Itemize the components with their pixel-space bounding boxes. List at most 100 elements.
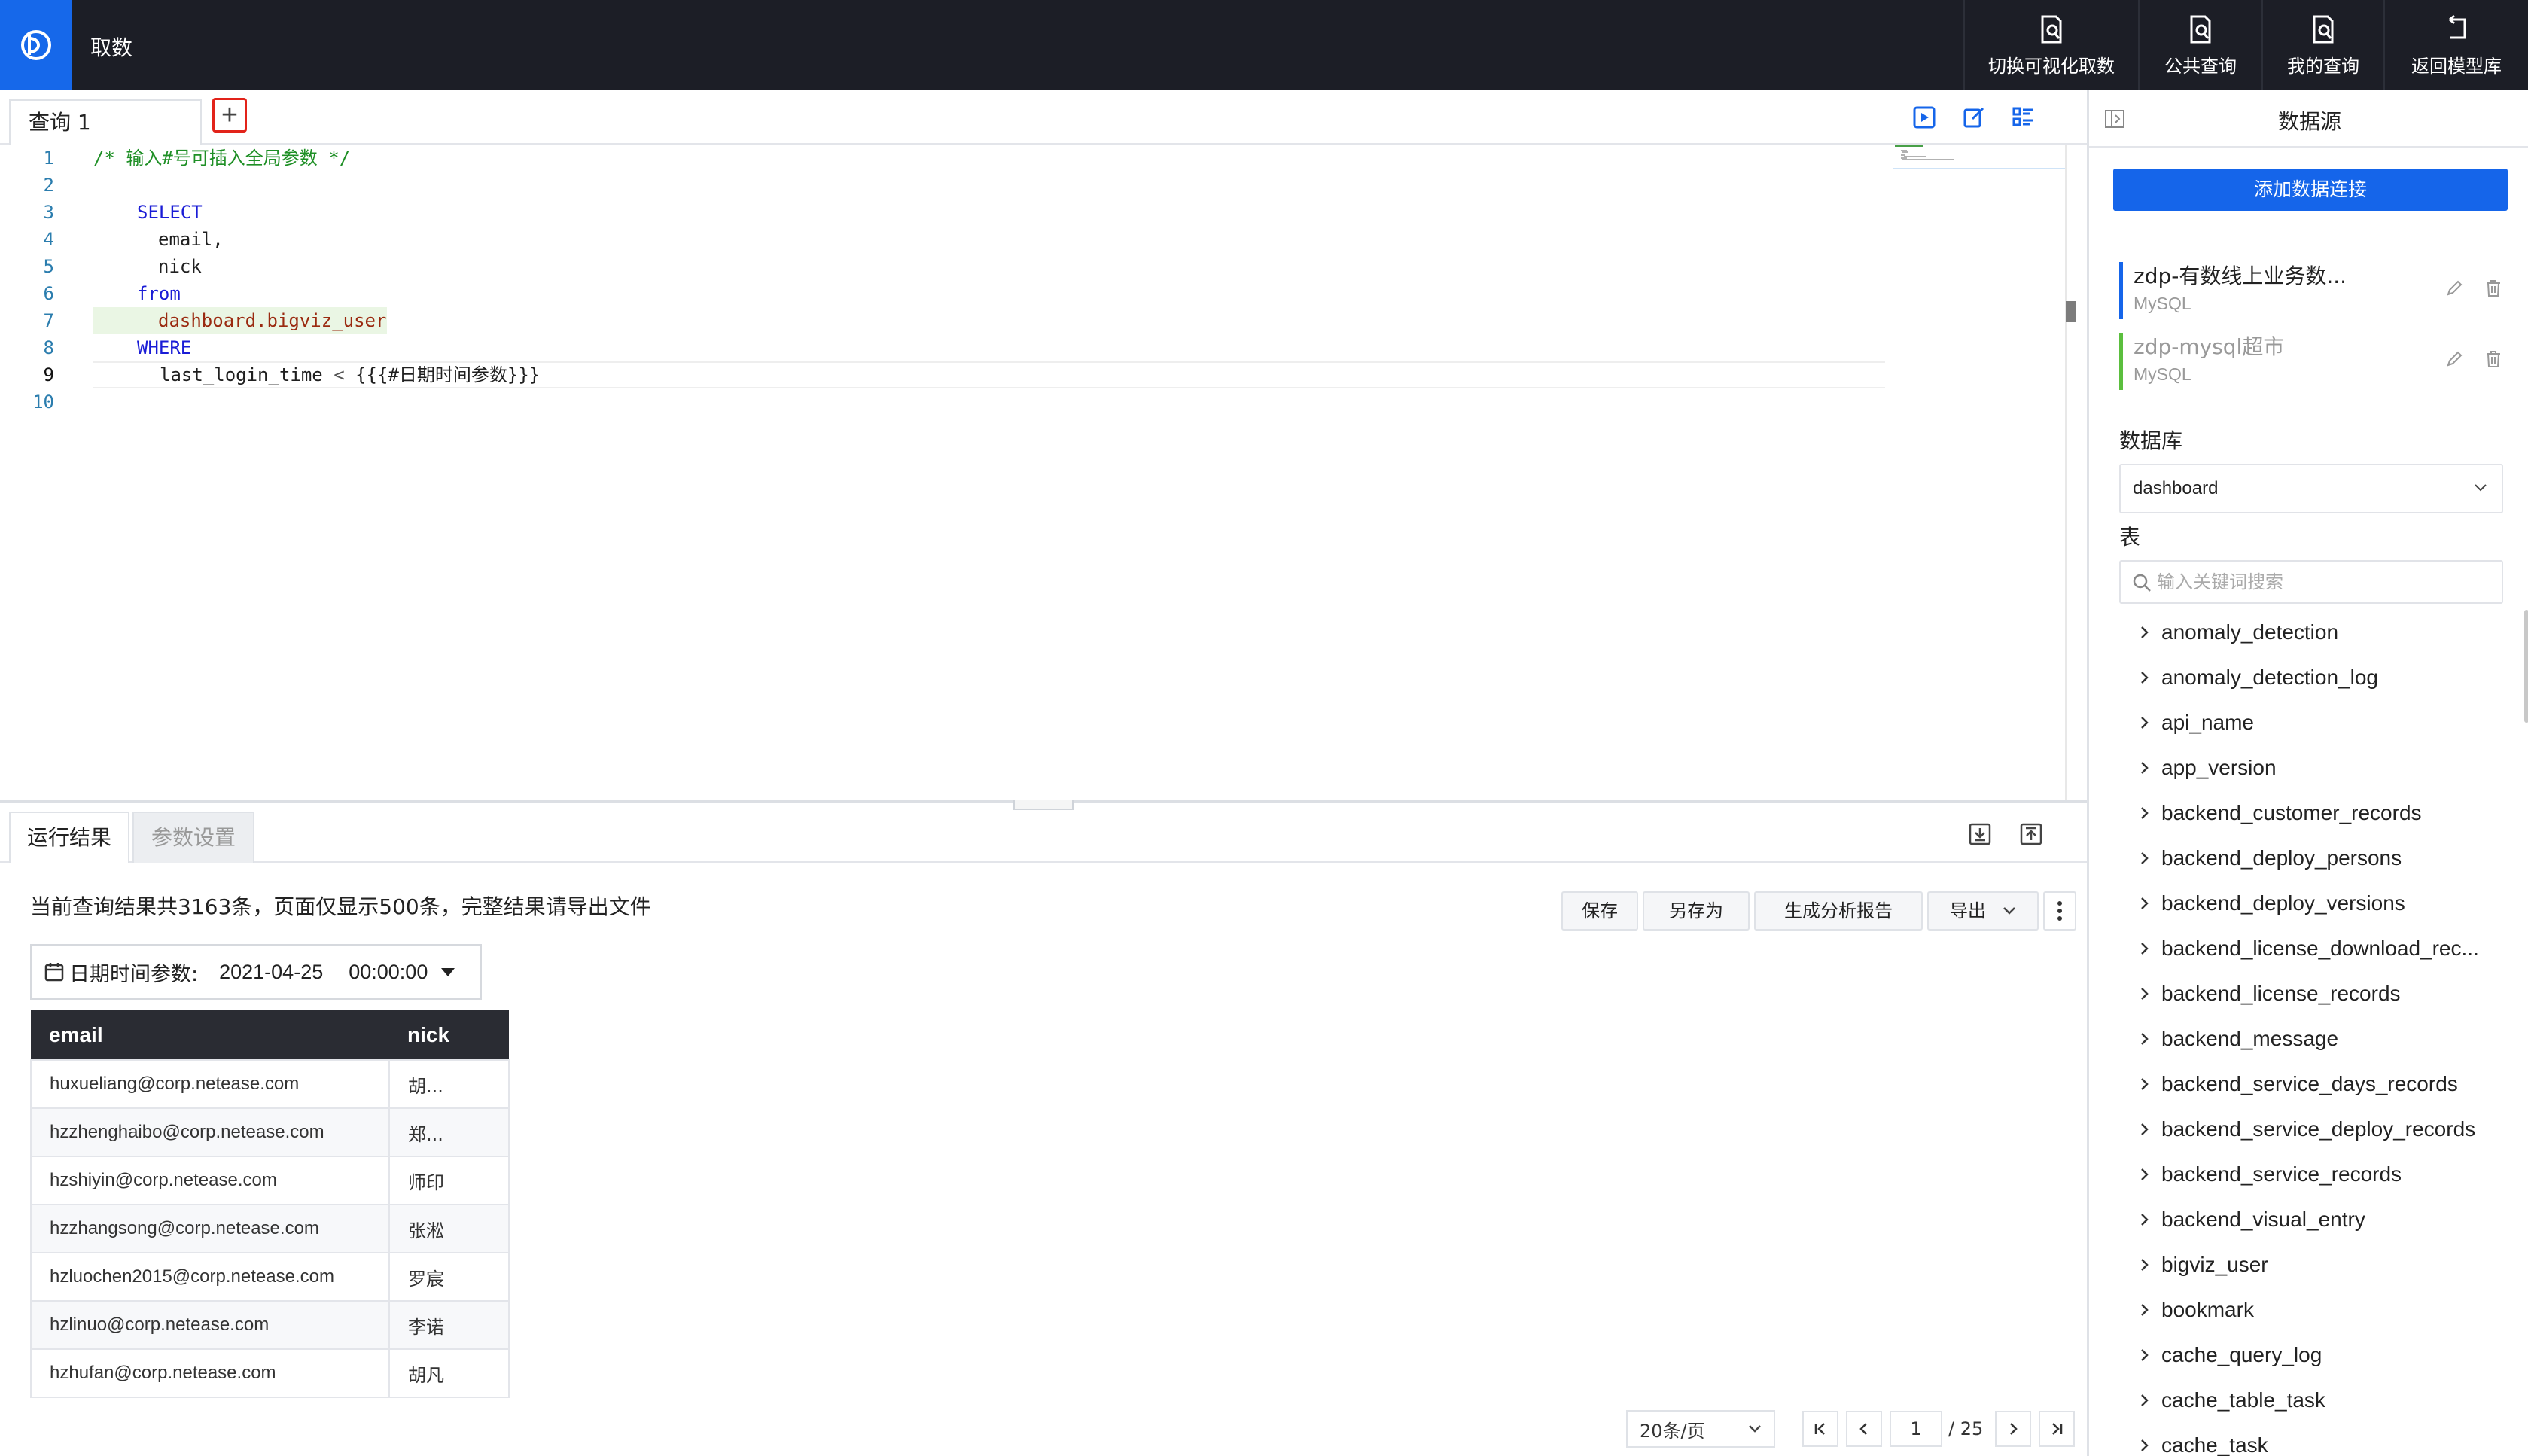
- last-page-button[interactable]: [2039, 1411, 2076, 1447]
- chevron-right-icon: [2141, 1123, 2149, 1135]
- next-page-button[interactable]: [1995, 1411, 2032, 1447]
- table-list-item[interactable]: backend_service_records: [2136, 1152, 2512, 1197]
- panel-scrollbar[interactable]: [2524, 610, 2528, 723]
- connection-item[interactable]: zdp-mysql超市 MySQL: [2119, 333, 2503, 390]
- chevron-down-icon: [2003, 907, 2015, 915]
- connection-item[interactable]: zdp-有数线上业务数... MySQL: [2119, 262, 2503, 319]
- table-name: backend_customer_records: [2161, 801, 2422, 824]
- datetime-param-picker[interactable]: 日期时间参数: 2021-04-25 00:00:00: [30, 944, 482, 1000]
- table-list-item[interactable]: backend_service_deploy_records: [2136, 1107, 2512, 1152]
- table-list-item[interactable]: cache_task: [2136, 1423, 2512, 1456]
- list-view-icon[interactable]: [2012, 105, 2036, 129]
- results-tabbar: 运行结果 参数设置: [0, 803, 2088, 863]
- table-list-item[interactable]: backend_service_days_records: [2136, 1062, 2512, 1107]
- code-line: 2: [0, 172, 1890, 199]
- chevron-right-icon: [2141, 717, 2149, 729]
- export-label: 导出: [1950, 900, 1986, 921]
- table-name: backend_deploy_persons: [2161, 846, 2402, 870]
- caret-down-icon: [441, 967, 455, 976]
- line-number: 2: [43, 175, 54, 196]
- table-name: backend_license_download_rec...: [2161, 937, 2479, 960]
- download-icon[interactable]: [1968, 822, 1992, 846]
- code-minimap[interactable]: [1893, 145, 2067, 172]
- database-label: 数据库: [2119, 428, 2183, 453]
- my-query-button[interactable]: 我的查询: [2261, 0, 2383, 90]
- line-number: 5: [43, 256, 54, 277]
- chevron-down-icon: [2475, 484, 2487, 492]
- table-list-item[interactable]: anomaly_detection: [2136, 610, 2512, 655]
- table-name: cache_table_task: [2161, 1388, 2325, 1412]
- results-toolbar: [1968, 822, 2043, 846]
- table-list-item[interactable]: backend_visual_entry: [2136, 1197, 2512, 1242]
- page-number-input[interactable]: 1: [1890, 1411, 1942, 1447]
- table-list-item[interactable]: cache_query_log: [2136, 1333, 2512, 1378]
- table-name: cache_query_log: [2161, 1343, 2322, 1366]
- table-header-row: email nick: [31, 1010, 509, 1060]
- table-list-item[interactable]: backend_license_download_rec...: [2136, 926, 2512, 971]
- code-line: 7 dashboard.bigviz_user: [0, 307, 1890, 334]
- line-number: 9: [43, 364, 54, 385]
- table-search-input[interactable]: [2157, 568, 2488, 596]
- run-icon[interactable]: [1912, 105, 1936, 129]
- delete-icon[interactable]: [2484, 349, 2503, 369]
- app-logo[interactable]: [0, 0, 72, 90]
- first-page-button[interactable]: [1802, 1411, 1838, 1447]
- table-list-item[interactable]: app_version: [2136, 745, 2512, 790]
- column-header-nick[interactable]: nick: [389, 1010, 509, 1060]
- delete-icon[interactable]: [2484, 279, 2503, 298]
- tab-param-settings[interactable]: 参数设置: [132, 812, 254, 863]
- switch-visual-query-button[interactable]: 切换可视化取数: [1963, 0, 2138, 90]
- edit-icon[interactable]: [2444, 279, 2464, 298]
- table-list-item[interactable]: backend_license_records: [2136, 971, 2512, 1016]
- format-icon[interactable]: [1962, 105, 1986, 129]
- table-list: anomaly_detection anomaly_detection_log …: [2136, 610, 2512, 1456]
- table-search[interactable]: [2119, 560, 2503, 604]
- connection-actions: [2444, 349, 2503, 369]
- column-header-email[interactable]: email: [31, 1010, 389, 1060]
- table-list-item[interactable]: backend_customer_records: [2136, 790, 2512, 836]
- tab-run-results[interactable]: 运行结果: [9, 812, 129, 863]
- result-notice: 当前查询结果共3163条，页面仅显示500条，完整结果请导出文件: [30, 894, 651, 919]
- table-name: backend_visual_entry: [2161, 1208, 2365, 1231]
- sql-editor[interactable]: 1 /* 输入#号可插入全局参数 */ 2 3 SELECT 4 email, 5 ni…: [0, 145, 2067, 800]
- table-list-item[interactable]: cache_table_task: [2136, 1378, 2512, 1423]
- code-line: 8 WHERE: [0, 334, 1890, 361]
- table-list-item[interactable]: backend_message: [2136, 1016, 2512, 1062]
- add-connection-button[interactable]: 添加数据连接: [2113, 169, 2508, 211]
- chevron-right-icon: [2141, 1033, 2149, 1045]
- prev-page-button[interactable]: [1846, 1411, 1882, 1447]
- table-list-item[interactable]: bigviz_user: [2136, 1242, 2512, 1287]
- editor-scrollbar[interactable]: [2065, 145, 2067, 800]
- return-model-library-label: 返回模型库: [2411, 55, 2502, 77]
- database-select[interactable]: dashboard: [2119, 464, 2503, 513]
- export-button[interactable]: 导出: [1927, 891, 2039, 931]
- cell-nick: 罗宸: [388, 1252, 510, 1302]
- code-line: 4 email,: [0, 226, 1890, 253]
- table-list-item[interactable]: backend_deploy_versions: [2136, 881, 2512, 926]
- more-button[interactable]: [2043, 891, 2076, 931]
- param-label: 日期时间参数:: [69, 962, 199, 986]
- return-model-library-button[interactable]: 返回模型库: [2383, 0, 2528, 90]
- add-tab-button[interactable]: +: [212, 98, 247, 133]
- chevron-right-icon: [2141, 807, 2149, 819]
- table-name: bookmark: [2161, 1298, 2254, 1321]
- table-list-item[interactable]: backend_deploy_persons: [2136, 836, 2512, 881]
- chevron-right-icon: [2141, 626, 2149, 638]
- tab-query-1[interactable]: 查询 1: [9, 99, 202, 145]
- save-button[interactable]: 保存: [1561, 891, 1638, 931]
- upload-icon[interactable]: [2019, 822, 2043, 846]
- cell-nick: 胡凡: [388, 1348, 510, 1398]
- first-page-icon: [1814, 1423, 1825, 1435]
- page-size-label: 20条/页: [1640, 1420, 1705, 1442]
- calendar-icon: [44, 963, 64, 982]
- generate-report-button[interactable]: 生成分析报告: [1754, 891, 1923, 931]
- line-number: 6: [43, 283, 54, 304]
- table-list-item[interactable]: bookmark: [2136, 1287, 2512, 1333]
- edit-icon[interactable]: [2444, 349, 2464, 369]
- page-size-select[interactable]: 20条/页: [1626, 1410, 1775, 1448]
- public-query-button[interactable]: 公共查询: [2138, 0, 2261, 90]
- save-as-button[interactable]: 另存为: [1643, 891, 1750, 931]
- table-list-item[interactable]: anomaly_detection_log: [2136, 655, 2512, 700]
- table-list-item[interactable]: api_name: [2136, 700, 2512, 745]
- code-text: nick: [158, 256, 202, 277]
